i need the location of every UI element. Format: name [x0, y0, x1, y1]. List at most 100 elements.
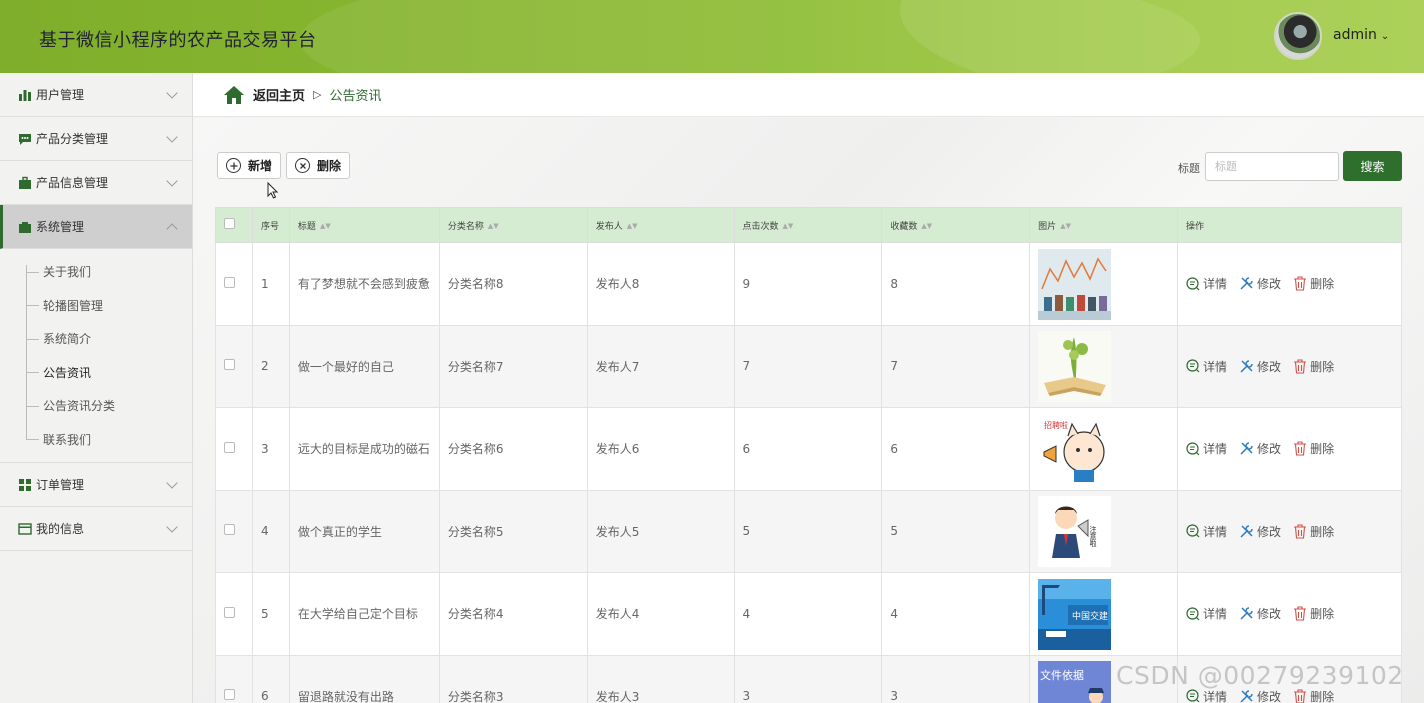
delete-row-button[interactable]: 删除 — [1293, 275, 1334, 292]
sidebar-item-label: 我的信息 — [36, 522, 85, 536]
news-thumbnail[interactable]: 文件依据 — [1038, 661, 1112, 703]
cell-no: 1 — [251, 242, 290, 326]
cell-favorites: 3 — [881, 654, 1031, 703]
submenu-item-about[interactable]: 关于我们 — [0, 255, 192, 289]
main-content: 新增 删除 标题 搜索 序号 标题▲▼ 分类名称▲▼ 发布人▲▼ 点击次数▲▼ … — [193, 118, 1424, 703]
cell-title: 远大的目标是成功的磁石 — [288, 407, 440, 491]
detail-icon — [1186, 524, 1200, 538]
chevron-down-icon — [166, 175, 178, 187]
detail-button[interactable]: 详情 — [1186, 275, 1227, 292]
wrench-icon — [1240, 442, 1253, 455]
trash-icon — [1294, 441, 1307, 456]
news-table: 序号 标题 ▲▼ 分类名称 ▲▼ 发布人 ▲▼ 点击次数 ▲▼ 收藏数 ▲▼ 图片 ▲▼ 操… — [215, 207, 1402, 703]
submenu-item-contact[interactable]: 联系我们 — [0, 423, 192, 457]
home-icon[interactable] — [223, 85, 245, 105]
breadcrumb-home-link[interactable]: 返回主页 — [253, 85, 305, 104]
chevron-down-icon — [166, 477, 178, 489]
row-checkbox[interactable] — [224, 524, 235, 536]
delete-row-button[interactable]: 删除 — [1293, 440, 1334, 457]
delete-row-button[interactable]: 删除 — [1293, 523, 1334, 540]
select-all-checkbox[interactable] — [224, 218, 235, 229]
sidebar-item-system[interactable]: 系统管理 — [0, 205, 192, 249]
sort-icon[interactable]: ▲▼ — [1060, 222, 1071, 230]
edit-button[interactable]: 修改 — [1239, 605, 1281, 622]
trash-icon — [1294, 276, 1307, 291]
cell-no: 4 — [251, 489, 290, 573]
detail-button[interactable]: 详情 — [1186, 523, 1227, 540]
row-checkbox[interactable] — [224, 606, 235, 618]
submenu-item-carousel[interactable]: 轮播图管理 — [0, 289, 192, 323]
delete-button[interactable]: 删除 — [286, 152, 351, 179]
add-button[interactable]: 新增 — [217, 152, 282, 179]
sidebar: 用户管理 产品分类管理 产品信息管理 系统管理 关于我们 轮播图管理 系统简介 … — [0, 73, 193, 703]
sort-icon[interactable]: ▲▼ — [320, 222, 331, 230]
cell-title: 做一个最好的自己 — [288, 324, 440, 408]
submenu-item-news-category[interactable]: 公告资讯分类 — [0, 389, 192, 423]
news-thumbnail[interactable]: 注意啦 — [1038, 496, 1112, 568]
column-header-publisher[interactable]: 发布人 ▲▼ — [586, 207, 735, 243]
thumbnail-text: 文件依据 — [1040, 668, 1084, 682]
cell-category: 分类名称8 — [438, 242, 588, 326]
sidebar-item-users[interactable]: 用户管理 — [0, 73, 192, 117]
sort-icon[interactable]: ▲▼ — [783, 222, 794, 230]
cell-no: 6 — [251, 654, 290, 703]
wrench-icon — [1240, 607, 1253, 620]
news-thumbnail[interactable] — [1038, 248, 1112, 320]
cell-publisher: 发布人6 — [586, 407, 735, 491]
detail-button[interactable]: 详情 — [1186, 605, 1227, 622]
trash-icon — [1294, 689, 1307, 703]
sort-icon[interactable]: ▲▼ — [627, 222, 638, 230]
user-menu[interactable]: admin ⌄ — [1333, 27, 1389, 43]
table-header-row: 序号 标题 ▲▼ 分类名称 ▲▼ 发布人 ▲▼ 点击次数 ▲▼ 收藏数 ▲▼ 图片 ▲▼ 操… — [215, 207, 1402, 243]
edit-button[interactable]: 修改 — [1239, 358, 1281, 375]
delete-button-label: 删除 — [317, 159, 342, 173]
edit-button[interactable]: 修改 — [1239, 440, 1281, 457]
avatar[interactable] — [1274, 12, 1322, 60]
sidebar-item-label: 用户管理 — [36, 88, 85, 102]
row-checkbox[interactable] — [224, 276, 235, 288]
edit-button[interactable]: 修改 — [1239, 688, 1281, 703]
folder-icon — [19, 221, 31, 233]
sidebar-item-product-category[interactable]: 产品分类管理 — [0, 117, 192, 161]
cell-clicks: 7 — [733, 324, 883, 408]
detail-button[interactable]: 详情 — [1186, 440, 1227, 457]
detail-button[interactable]: 详情 — [1186, 688, 1227, 703]
cell-favorites: 7 — [881, 324, 1031, 408]
cell-clicks: 6 — [733, 407, 883, 491]
app-title: 基于微信小程序的农产品交易平台 — [39, 30, 317, 51]
sidebar-item-product-info[interactable]: 产品信息管理 — [0, 161, 192, 205]
delete-row-button[interactable]: 删除 — [1293, 605, 1334, 622]
news-thumbnail[interactable]: 招聘啦 — [1038, 413, 1112, 485]
sidebar-item-orders[interactable]: 订单管理 — [0, 463, 192, 507]
news-thumbnail[interactable] — [1038, 331, 1112, 403]
row-checkbox[interactable] — [224, 359, 235, 371]
row-actions: 详情 修改 删除 — [1186, 358, 1400, 375]
search-button[interactable]: 搜索 — [1343, 151, 1402, 181]
sidebar-item-my-info[interactable]: 我的信息 — [0, 507, 192, 551]
cell-publisher: 发布人3 — [586, 654, 735, 703]
breadcrumb-current: 公告资讯 — [329, 89, 382, 104]
sort-icon[interactable]: ▲▼ — [921, 222, 932, 230]
cell-category: 分类名称3 — [438, 654, 588, 703]
cell-clicks: 5 — [733, 489, 883, 573]
column-header-clicks[interactable]: 点击次数 ▲▼ — [733, 207, 883, 243]
search-input[interactable] — [1205, 152, 1339, 181]
news-thumbnail[interactable]: 中国交建 — [1038, 578, 1112, 650]
sort-icon[interactable]: ▲▼ — [488, 222, 499, 230]
sidebar-item-label: 产品信息管理 — [36, 176, 109, 190]
delete-row-button[interactable]: 删除 — [1293, 358, 1334, 375]
row-actions: 详情 修改 删除 — [1186, 523, 1400, 540]
column-header-favorites[interactable]: 收藏数 ▲▼ — [881, 207, 1031, 243]
submenu-item-news[interactable]: 公告资讯 — [0, 356, 192, 390]
row-checkbox[interactable] — [224, 441, 235, 453]
table-row: 5 在大学给自己定个目标 分类名称4 发布人4 4 4 中国交建 详情 修改 删… — [215, 572, 1402, 656]
edit-button[interactable]: 修改 — [1239, 275, 1281, 292]
column-header-title[interactable]: 标题 ▲▼ — [288, 207, 440, 243]
delete-row-button[interactable]: 删除 — [1293, 688, 1334, 703]
row-checkbox[interactable] — [224, 689, 235, 701]
edit-button[interactable]: 修改 — [1239, 523, 1281, 540]
column-header-image[interactable]: 图片 ▲▼ — [1029, 207, 1179, 243]
column-header-category[interactable]: 分类名称 ▲▼ — [438, 207, 588, 243]
submenu-item-intro[interactable]: 系统简介 — [0, 322, 192, 356]
detail-button[interactable]: 详情 — [1186, 358, 1227, 375]
